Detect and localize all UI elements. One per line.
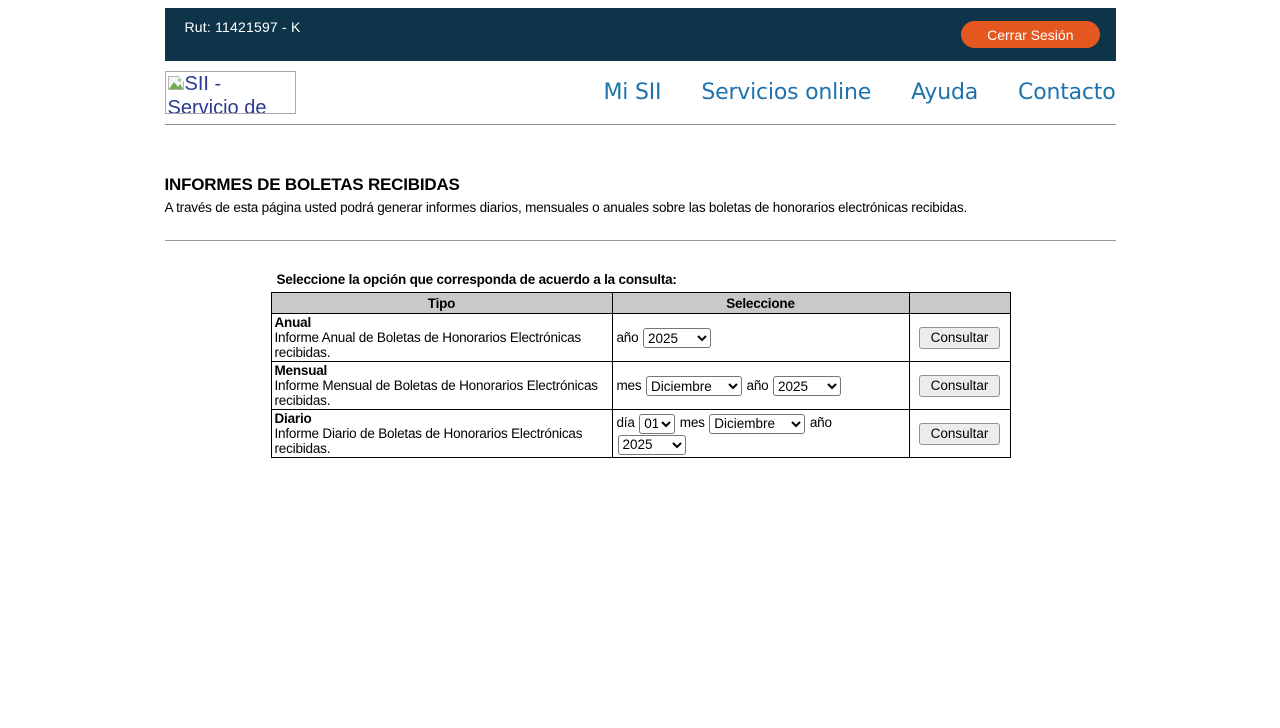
header-empty <box>909 293 1010 314</box>
diario-day-select[interactable]: 01 <box>639 414 675 434</box>
report-options-block: Seleccione la opción que corresponda de … <box>271 272 1116 458</box>
diario-select-cell: día 01 mes Diciembre año 2025 <box>612 410 909 458</box>
rut-text: Rut: 11421597 - K <box>185 19 301 35</box>
section-divider <box>165 240 1116 241</box>
diario-type-label: Diario <box>275 411 312 426</box>
diario-button-cell: Consultar <box>909 410 1010 458</box>
broken-image-icon <box>168 73 184 97</box>
diario-month-select[interactable]: Diciembre <box>709 414 805 434</box>
nav-mi-sii[interactable]: Mi SII <box>604 80 662 105</box>
nav-servicios-online[interactable]: Servicios online <box>701 80 871 105</box>
table-caption: Seleccione la opción que corresponda de … <box>271 272 1116 287</box>
anual-select-cell: año 2025 <box>612 314 909 362</box>
diario-tipo-cell: Diario Informe Diario de Boletas de Hono… <box>271 410 612 458</box>
logout-button[interactable]: Cerrar Sesión <box>961 21 1099 48</box>
diario-description: Informe Diario de Boletas de Honorarios … <box>275 426 583 456</box>
header-seleccione: Seleccione <box>612 293 909 314</box>
anual-type-label: Anual <box>275 315 312 330</box>
table-row-mensual: Mensual Informe Mensual de Boletas de Ho… <box>271 362 1010 410</box>
diario-consultar-button[interactable]: Consultar <box>919 423 1001 445</box>
page-title: INFORMES DE BOLETAS RECIBIDAS <box>165 175 1116 195</box>
page-container: Rut: 11421597 - K Cerrar Sesión SII - Se… <box>165 8 1116 458</box>
table-row-diario: Diario Informe Diario de Boletas de Hono… <box>271 410 1010 458</box>
anual-year-label: año <box>617 330 639 345</box>
anual-year-select[interactable]: 2025 <box>643 328 711 348</box>
page-subtitle: A través de esta página usted podrá gene… <box>165 200 1116 215</box>
diario-year-select[interactable]: 2025 <box>618 435 686 455</box>
mensual-year-label: año <box>747 378 769 393</box>
anual-tipo-cell: Anual Informe Anual de Boletas de Honora… <box>271 314 612 362</box>
main-content: INFORMES DE BOLETAS RECIBIDAS A través d… <box>165 175 1116 458</box>
header-tipo: Tipo <box>271 293 612 314</box>
anual-consultar-button[interactable]: Consultar <box>919 327 1001 349</box>
report-options-table: Tipo Seleccione Anual Informe Anual de B… <box>271 292 1011 458</box>
anual-button-cell: Consultar <box>909 314 1010 362</box>
mensual-type-label: Mensual <box>275 363 328 378</box>
mensual-month-select[interactable]: Diciembre <box>646 376 742 396</box>
diario-month-label: mes <box>680 415 705 430</box>
table-row-anual: Anual Informe Anual de Boletas de Honora… <box>271 314 1010 362</box>
mensual-description: Informe Mensual de Boletas de Honorarios… <box>275 378 598 408</box>
mensual-month-label: mes <box>617 378 642 393</box>
table-header-row: Tipo Seleccione <box>271 293 1010 314</box>
anual-description: Informe Anual de Boletas de Honorarios E… <box>275 330 581 360</box>
diario-year-label: año <box>810 415 832 430</box>
main-nav: Mi SII Servicios online Ayuda Contacto <box>604 80 1116 105</box>
mensual-year-select[interactable]: 2025 <box>773 376 841 396</box>
nav-contacto[interactable]: Contacto <box>1018 80 1115 105</box>
mensual-tipo-cell: Mensual Informe Mensual de Boletas de Ho… <box>271 362 612 410</box>
diario-day-label: día <box>617 415 635 430</box>
mensual-consultar-button[interactable]: Consultar <box>919 375 1001 397</box>
session-topbar: Rut: 11421597 - K Cerrar Sesión <box>165 8 1116 61</box>
nav-ayuda[interactable]: Ayuda <box>911 80 978 105</box>
sii-logo-link[interactable]: SII - Servicio de <box>165 71 296 114</box>
mensual-select-cell: mes Diciembre año 2025 <box>612 362 909 410</box>
mensual-button-cell: Consultar <box>909 362 1010 410</box>
site-header: SII - Servicio de Mi SII Servicios onlin… <box>165 61 1116 125</box>
